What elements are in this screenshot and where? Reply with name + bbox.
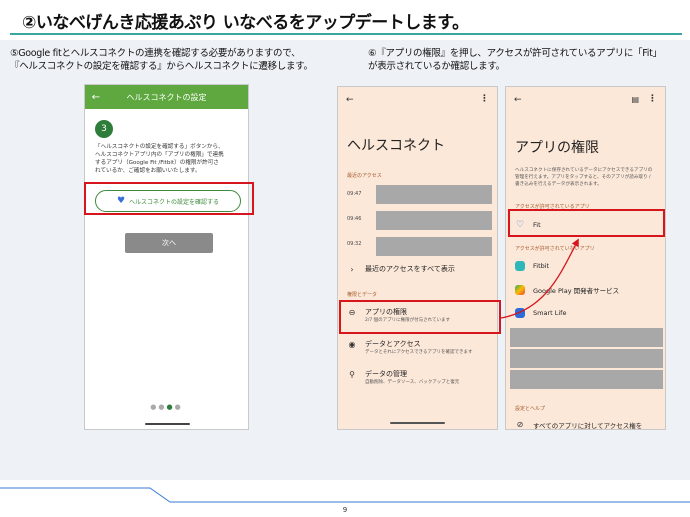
footer-decoration — [0, 487, 690, 503]
page-number: 9 — [342, 506, 348, 514]
connector-arrow — [500, 238, 579, 319]
